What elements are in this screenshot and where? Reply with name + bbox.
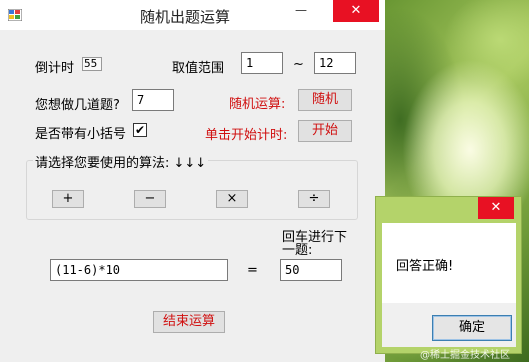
window-title: 随机出题运算 <box>140 8 231 26</box>
end-button[interactable]: 结束运算 <box>153 311 225 333</box>
main-window: 随机出题运算 — ✕ 倒计时 55 取值范围 1 ~ 12 您想做几道题? 7 … <box>0 0 385 362</box>
brackets-checkbox[interactable]: ✔ <box>133 123 147 137</box>
message-dialog: ✕ 回答正确! 确定 <box>375 196 522 354</box>
client-area: 倒计时 55 取值范围 1 ~ 12 您想做几道题? 7 随机运算: 随机 是否… <box>0 30 385 362</box>
dialog-message: 回答正确! <box>396 259 454 274</box>
next-question-hint: 回车进行下一题: <box>282 230 348 258</box>
expression-field: (11-6)*10 <box>50 259 228 281</box>
question-count-label: 您想做几道题? <box>35 98 120 113</box>
minus-button[interactable]: − <box>134 190 166 208</box>
question-count-input[interactable]: 7 <box>132 89 174 111</box>
checkmark-icon: ✔ <box>134 123 146 137</box>
dialog-body: 回答正确! <box>382 223 516 303</box>
equals-sign: = <box>247 263 258 278</box>
range-min-input[interactable]: 1 <box>241 52 283 74</box>
dialog-close-button[interactable]: ✕ <box>478 197 514 219</box>
algorithm-legend: 请选择您要使用的算法: ↓↓↓ <box>33 152 209 171</box>
app-icon <box>8 9 22 21</box>
start-timer-button[interactable]: 开始 <box>298 120 352 142</box>
timer-label: 单击开始计时: <box>205 128 288 143</box>
countdown-label: 倒计时 <box>35 61 75 76</box>
range-label: 取值范围 <box>172 61 225 76</box>
answer-input[interactable]: 50 <box>280 259 342 281</box>
plus-button[interactable]: + <box>52 190 84 208</box>
random-button[interactable]: 随机 <box>298 89 352 111</box>
ok-button[interactable]: 确定 <box>432 315 512 341</box>
range-max-input[interactable]: 12 <box>314 52 356 74</box>
range-separator: ~ <box>293 57 304 72</box>
dialog-footer: 确定 <box>382 303 516 347</box>
countdown-value: 55 <box>82 57 102 71</box>
title-bar: 随机出题运算 — ✕ <box>0 0 385 30</box>
brackets-label: 是否带有小括号 <box>35 127 127 142</box>
divide-button[interactable]: ÷ <box>298 190 330 208</box>
minimize-button[interactable]: — <box>284 0 318 22</box>
multiply-button[interactable]: × <box>216 190 248 208</box>
watermark: @稀土掘金技术社区 <box>420 350 510 361</box>
close-button[interactable]: ✕ <box>333 0 379 22</box>
random-op-label: 随机运算: <box>229 97 286 112</box>
